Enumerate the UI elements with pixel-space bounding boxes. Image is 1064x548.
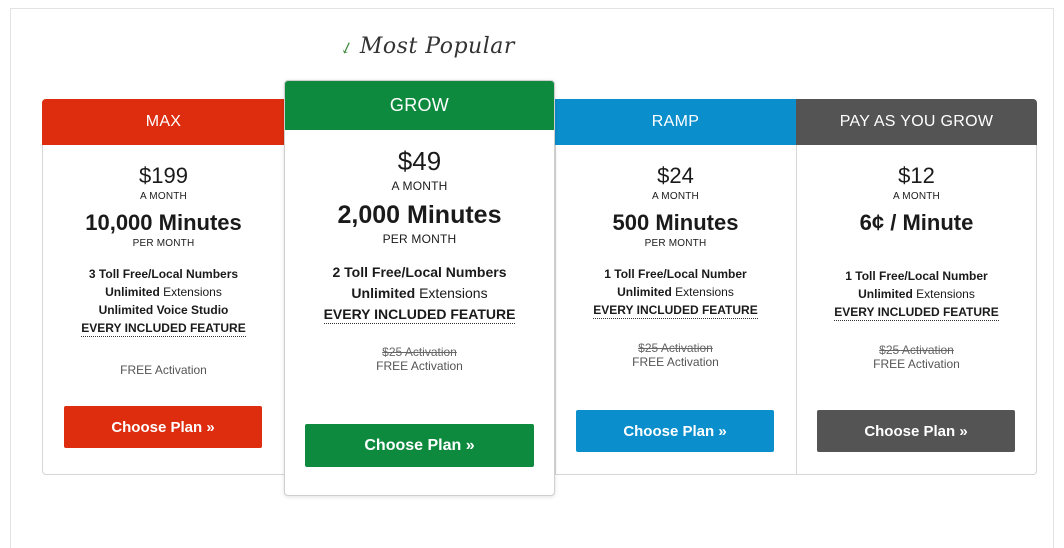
plan-minutes: 6¢ / Minute	[859, 210, 974, 235]
plan-pay-as-you-grow: PAY AS YOU GROW $12 A MONTH 6¢ / Minute …	[796, 99, 1037, 475]
plan-minutes: 2,000 Minutes	[337, 201, 502, 229]
plan-header: PAY AS YOU GROW	[796, 99, 1037, 145]
feature-numbers: 1 Toll Free/Local Number	[604, 267, 747, 281]
feature-numbers: 1 Toll Free/Local Number	[845, 269, 988, 283]
plan-grow: GROW $49 A MONTH 2,000 Minutes PER MONTH…	[284, 80, 555, 496]
activation-text: FREE Activation	[376, 359, 463, 373]
every-feature-link[interactable]: EVERY INCLUDED FEATURE	[81, 321, 246, 337]
choose-plan-button[interactable]: Choose Plan »	[64, 406, 262, 448]
feature-extensions-bold: Unlimited	[858, 287, 913, 301]
every-feature-link[interactable]: EVERY INCLUDED FEATURE	[593, 303, 758, 319]
curved-arrow-icon: ↙	[337, 36, 357, 59]
every-feature-link[interactable]: EVERY INCLUDED FEATURE	[834, 305, 999, 321]
most-popular-label: Most Popular	[359, 34, 515, 59]
feature-list: 3 Toll Free/Local Numbers Unlimited Exte…	[42, 265, 285, 337]
plan-header: GROW	[285, 81, 554, 130]
every-feature-link[interactable]: EVERY INCLUDED FEATURE	[323, 306, 516, 324]
feature-extensions-bold: Unlimited	[105, 285, 160, 299]
plan-price: $199	[139, 163, 188, 188]
activation-text: FREE Activation	[873, 357, 960, 371]
feature-extensions-bold: Unlimited	[617, 285, 672, 299]
feature-extensions: Extensions	[671, 285, 734, 299]
plan-price: $12	[898, 163, 935, 188]
minutes-period: PER MONTH	[644, 238, 707, 249]
feature-numbers: 3 Toll Free/Local Numbers	[88, 267, 239, 281]
price-period: A MONTH	[652, 191, 699, 202]
feature-list: 2 Toll Free/Local Numbers Unlimited Exte…	[285, 262, 554, 325]
plan-ramp: RAMP $24 A MONTH 500 Minutes PER MONTH 1…	[555, 99, 796, 475]
plan-header: RAMP	[555, 99, 796, 145]
plan-header: MAX	[42, 99, 285, 145]
price-period: A MONTH	[391, 179, 448, 193]
price-period: A MONTH	[893, 191, 940, 202]
feature-voice-studio: Unlimited Voice Studio	[98, 303, 229, 317]
plan-minutes: 500 Minutes	[612, 210, 739, 235]
feature-extensions: Extensions	[159, 285, 222, 299]
choose-plan-button[interactable]: Choose Plan »	[817, 410, 1015, 452]
feature-extensions: Extensions	[912, 287, 975, 301]
plan-minutes: 10,000 Minutes	[85, 210, 242, 235]
most-popular-callout: ↙ Most Popular	[337, 34, 515, 59]
plan-price: $24	[657, 163, 694, 188]
minutes-period: PER MONTH	[132, 238, 195, 249]
plan-max: MAX $199 A MONTH 10,000 Minutes PER MONT…	[42, 99, 285, 475]
activation-text: FREE Activation	[632, 355, 719, 369]
choose-plan-button[interactable]: Choose Plan »	[305, 424, 534, 467]
feature-list: 1 Toll Free/Local Number Unlimited Exten…	[555, 265, 796, 319]
feature-list: 1 Toll Free/Local Number Unlimited Exten…	[796, 267, 1037, 321]
choose-plan-button[interactable]: Choose Plan »	[576, 410, 774, 452]
plan-price: $49	[397, 146, 442, 176]
minutes-period: PER MONTH	[382, 232, 457, 246]
feature-extensions: Extensions	[415, 285, 488, 301]
price-period: A MONTH	[140, 191, 187, 202]
old-activation-price: $25 Activation	[638, 341, 713, 355]
feature-numbers: 2 Toll Free/Local Numbers	[332, 264, 507, 280]
old-activation-price: $25 Activation	[382, 345, 457, 359]
old-activation-price: $25 Activation	[879, 343, 954, 357]
activation-text: FREE Activation	[120, 363, 207, 377]
feature-extensions-bold: Unlimited	[351, 285, 416, 301]
